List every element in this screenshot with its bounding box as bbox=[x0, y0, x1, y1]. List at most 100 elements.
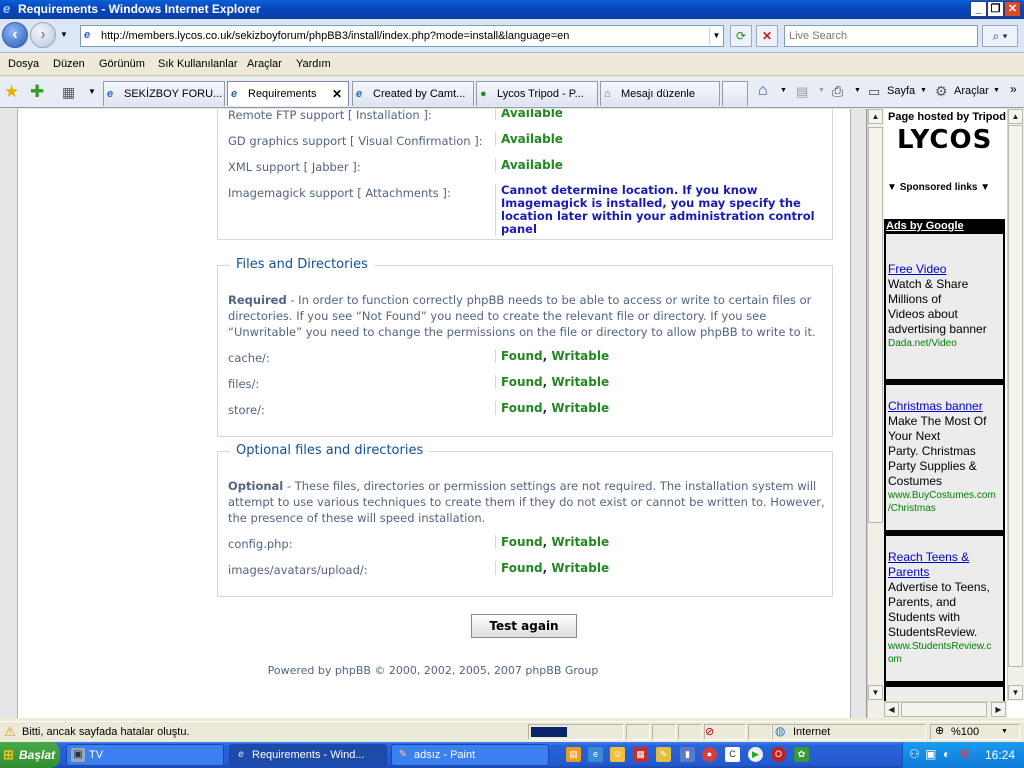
ad-title[interactable]: Parents bbox=[888, 565, 1001, 580]
menu-gorunum[interactable]: Görünüm bbox=[99, 58, 145, 70]
scroll-up-icon[interactable]: ▲ bbox=[868, 109, 883, 124]
tab-sekizboy[interactable]: e SEKİZBOY FORU... bbox=[103, 81, 225, 106]
scroll-right-icon[interactable]: ▶ bbox=[991, 702, 1006, 717]
scroll-down-icon[interactable]: ▼ bbox=[1008, 685, 1023, 700]
tab-created-by-camt[interactable]: e Created by Camt... bbox=[352, 81, 474, 106]
scroll-down-icon[interactable]: ▼ bbox=[868, 685, 883, 700]
antivirus-icon[interactable]: K bbox=[961, 746, 970, 761]
ads-by-google-link[interactable]: Ads by Google bbox=[886, 220, 964, 232]
menu-duzen[interactable]: Düzen bbox=[53, 58, 85, 70]
zoom-dropdown-icon[interactable]: ▼ bbox=[1001, 728, 1008, 735]
menu-sik-kullanilanlar[interactable]: Sık Kullanılanlar bbox=[158, 58, 238, 70]
scrollbar-thumb[interactable] bbox=[901, 702, 987, 717]
history-dropdown-icon[interactable]: ▼ bbox=[60, 30, 68, 39]
forward-button[interactable]: › bbox=[30, 22, 56, 48]
lycos-logo[interactable]: LYCOS bbox=[897, 125, 992, 155]
favorites-star-icon[interactable]: ★ bbox=[4, 82, 19, 102]
ad-url[interactable]: om bbox=[888, 653, 1001, 666]
status-bar: ⚠ Bitti, ancak sayfada hatalar oluştu. ⊘… bbox=[0, 721, 1024, 741]
tools-dropdown-icon[interactable]: ▼ bbox=[993, 87, 1000, 94]
document-icon[interactable]: C bbox=[725, 747, 740, 762]
writable-text: Writable bbox=[551, 401, 610, 415]
maximize-button[interactable]: ❐ bbox=[987, 1, 1004, 17]
progress-segment bbox=[528, 724, 624, 740]
scroll-up-icon[interactable]: ▲ bbox=[1008, 109, 1023, 124]
new-tab-button[interactable] bbox=[722, 81, 748, 106]
taskbar-item-tv[interactable]: ▣ TV bbox=[66, 744, 224, 766]
search-go-icon[interactable]: ⌕ ▾ bbox=[982, 25, 1018, 47]
zoom-segment[interactable]: ⊕ %100 ▼ bbox=[930, 724, 1020, 740]
clock[interactable]: 16:24 bbox=[985, 748, 1015, 762]
ad-scrollbar[interactable]: ▲ ▼ bbox=[1007, 109, 1024, 701]
test-again-button[interactable]: Test again bbox=[471, 614, 577, 638]
requirement-value: Available bbox=[495, 132, 563, 146]
page-scrollbar[interactable]: ▲ ▼ bbox=[867, 109, 884, 718]
zone-segment[interactable]: ◍ Internet bbox=[772, 724, 926, 740]
gear-icon[interactable]: ⚙ bbox=[935, 83, 948, 100]
opera-icon[interactable]: O bbox=[771, 747, 786, 762]
page-menu-dropdown-icon[interactable]: ▼ bbox=[920, 87, 927, 94]
network-icon[interactable]: ⚇ bbox=[909, 747, 920, 761]
requirement-label: Remote FTP support [ Installation ]: bbox=[228, 109, 432, 122]
menu-dosya[interactable]: Dosya bbox=[8, 58, 39, 70]
scrollbar-thumb[interactable] bbox=[868, 127, 883, 523]
close-button[interactable]: ✕ bbox=[1004, 1, 1021, 17]
ad-url[interactable]: /Christmas bbox=[888, 502, 1001, 515]
print-icon[interactable]: ⎙ bbox=[832, 83, 843, 100]
tools-menu-button[interactable]: Araçlar bbox=[954, 85, 989, 97]
tool-icon[interactable]: ✎ bbox=[656, 747, 671, 762]
back-button[interactable]: ‹ bbox=[2, 22, 28, 48]
quick-tabs-icon[interactable]: ▦ bbox=[62, 84, 75, 101]
app-icon[interactable]: ▦ bbox=[633, 747, 648, 762]
search-input[interactable]: Live Search bbox=[784, 25, 978, 47]
file-status: Found, Writable bbox=[495, 561, 609, 575]
folder-icon[interactable]: ▤ bbox=[566, 747, 581, 762]
ad-title[interactable]: Reach Teens & bbox=[888, 550, 1001, 565]
protected-mode-icon[interactable]: ⊘ bbox=[705, 725, 714, 738]
speaker-icon[interactable]: ◐ bbox=[943, 747, 950, 761]
ad-url[interactable]: www.StudentsReview.c bbox=[888, 640, 1001, 653]
scrollbar-thumb[interactable] bbox=[1008, 125, 1023, 667]
add-favorite-icon[interactable]: ✚ bbox=[30, 82, 44, 102]
ad-title[interactable]: Christmas banner bbox=[888, 399, 1001, 414]
lycos-icon: ● bbox=[480, 88, 487, 100]
tab-requirements[interactable]: e Requirements ✕ bbox=[227, 81, 349, 106]
page-menu-button[interactable]: Sayfa bbox=[887, 85, 915, 97]
address-input[interactable]: e http://members.lycos.co.uk/sekizboyfor… bbox=[80, 25, 724, 47]
sponsored-links[interactable]: ▼ Sponsored links ▼ bbox=[887, 182, 990, 193]
taskbar-item-paint[interactable]: ✎ adsız - Paint bbox=[391, 744, 549, 766]
tab-mesaji-duzenle[interactable]: ⌂ Mesajı düzenle bbox=[600, 81, 720, 106]
chevron-more-icon[interactable]: » bbox=[1010, 82, 1017, 96]
ad-url[interactable]: Dada.net/Video bbox=[888, 337, 1001, 350]
warning-icon[interactable]: ⚠ bbox=[4, 724, 16, 740]
close-tab-icon[interactable]: ✕ bbox=[332, 82, 342, 106]
minimize-button[interactable]: _ bbox=[970, 1, 987, 17]
ad-url[interactable]: www.BuyCostumes.com bbox=[888, 489, 1001, 502]
home-dropdown-icon[interactable]: ▼ bbox=[780, 87, 787, 94]
refresh-icon[interactable]: ⟳ bbox=[730, 25, 752, 47]
taskbar-item-requirements[interactable]: e Requirements - Wind... bbox=[229, 744, 387, 766]
start-button[interactable]: ⊞ Başlat bbox=[0, 742, 60, 768]
messenger-icon[interactable]: ☺ bbox=[610, 747, 625, 762]
ie-quicklaunch-icon[interactable]: e bbox=[588, 747, 603, 762]
feeds-dropdown-icon[interactable]: ▼ bbox=[818, 87, 825, 94]
home-icon[interactable]: ⌂ bbox=[758, 82, 768, 100]
menu-yardim[interactable]: Yardım bbox=[296, 58, 331, 70]
menu-araclar[interactable]: Araçlar bbox=[247, 58, 282, 70]
ad-title[interactable]: Free Video bbox=[888, 262, 1001, 277]
page-menu-icon[interactable]: ▭ bbox=[868, 84, 880, 100]
address-dropdown-icon[interactable]: ▼ bbox=[709, 27, 723, 45]
ad-hscrollbar[interactable]: ◀ ▶ bbox=[884, 701, 1007, 718]
media-icon[interactable]: ▮ bbox=[680, 747, 695, 762]
record-icon[interactable]: ● bbox=[702, 747, 717, 762]
tab-list-dropdown-icon[interactable]: ▼ bbox=[88, 87, 96, 96]
scroll-left-icon[interactable]: ◀ bbox=[884, 702, 899, 717]
feeds-icon[interactable]: ▤ bbox=[796, 84, 808, 100]
users-icon[interactable]: ✿ bbox=[794, 747, 809, 762]
tab-lycos-tripod[interactable]: ● Lycos Tripod - P... bbox=[476, 81, 598, 106]
install-panel: Remote FTP support [ Installation ]: Ava… bbox=[17, 109, 851, 718]
player-icon[interactable]: ▶ bbox=[748, 747, 763, 762]
stop-icon[interactable]: ✕ bbox=[756, 25, 778, 47]
monitor-icon[interactable]: ▣ bbox=[925, 747, 936, 761]
print-dropdown-icon[interactable]: ▼ bbox=[854, 87, 861, 94]
